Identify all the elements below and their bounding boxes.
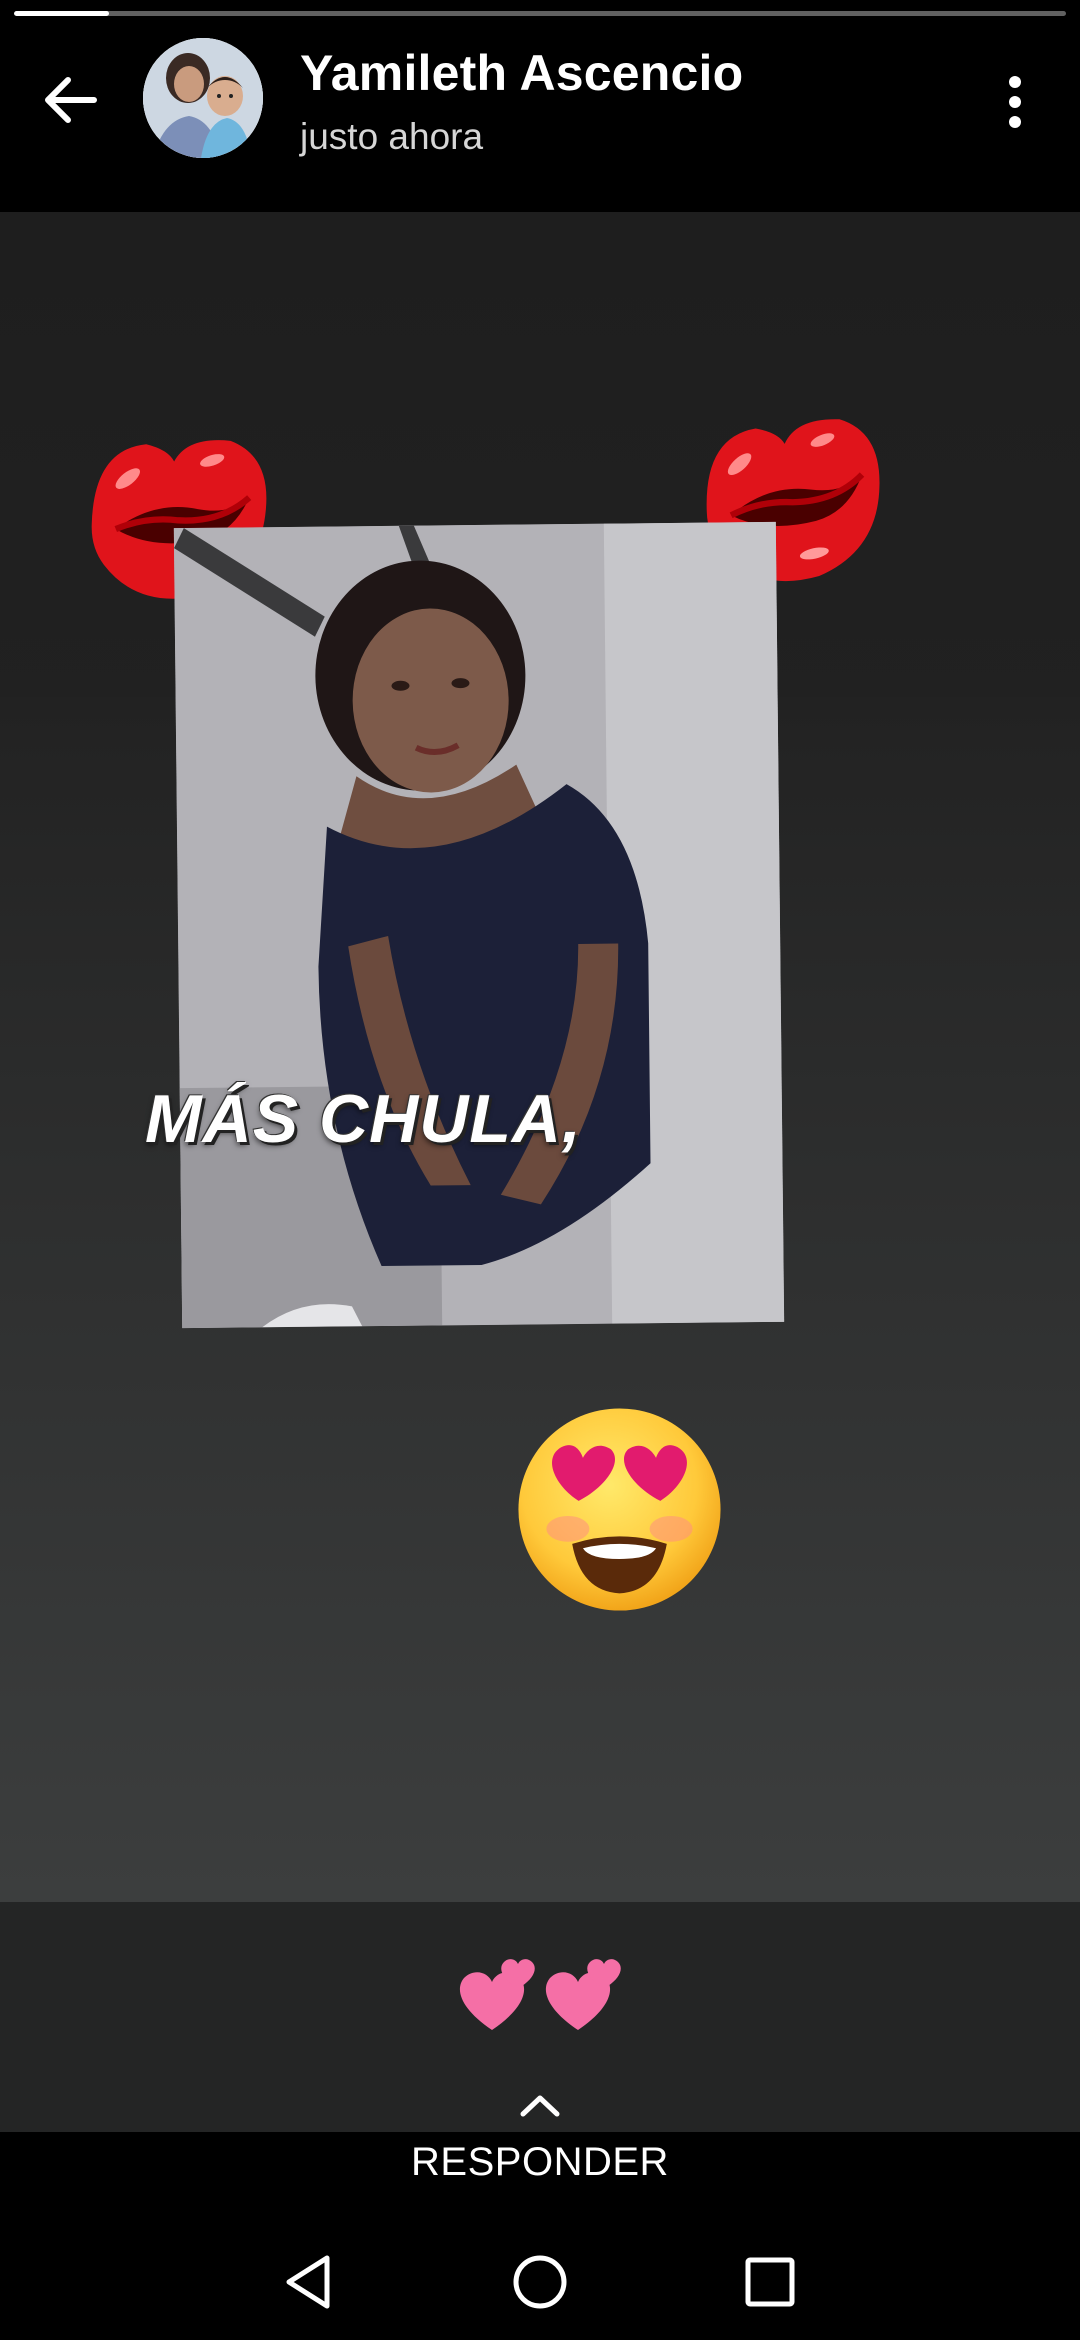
heart-eyes-icon <box>518 1408 721 1611</box>
story-header: Yamileth Ascencio justo ahora <box>0 0 1080 212</box>
story-viewer: Yamileth Ascencio justo ahora MÁS CHULA,… <box>0 0 1080 2340</box>
arrow-left-icon <box>45 77 97 123</box>
nav-back-icon <box>286 2255 330 2309</box>
nav-home-button[interactable] <box>505 2247 575 2317</box>
back-button[interactable] <box>30 60 110 140</box>
story-username[interactable]: Yamileth Ascencio <box>300 44 743 102</box>
story-photo <box>173 521 785 1329</box>
chevron-up-icon[interactable] <box>515 2088 565 2122</box>
reply-button[interactable]: RESPONDER <box>0 2140 1080 2185</box>
story-progress-bar <box>14 11 1066 16</box>
story-timestamp: justo ahora <box>300 116 484 157</box>
nav-home-icon <box>513 2255 567 2309</box>
nav-back-button[interactable] <box>274 2247 344 2317</box>
nav-recents-button[interactable] <box>735 2247 805 2317</box>
more-options-button[interactable] <box>985 62 1045 142</box>
two-hearts-icon <box>459 1959 621 2030</box>
avatar[interactable] <box>143 38 263 158</box>
story-progress-fill <box>14 11 109 16</box>
nav-recents-icon <box>745 2257 795 2307</box>
more-vertical-icon <box>1009 76 1021 128</box>
story-overlay-text: MÁS CHULA, <box>145 1081 582 1157</box>
